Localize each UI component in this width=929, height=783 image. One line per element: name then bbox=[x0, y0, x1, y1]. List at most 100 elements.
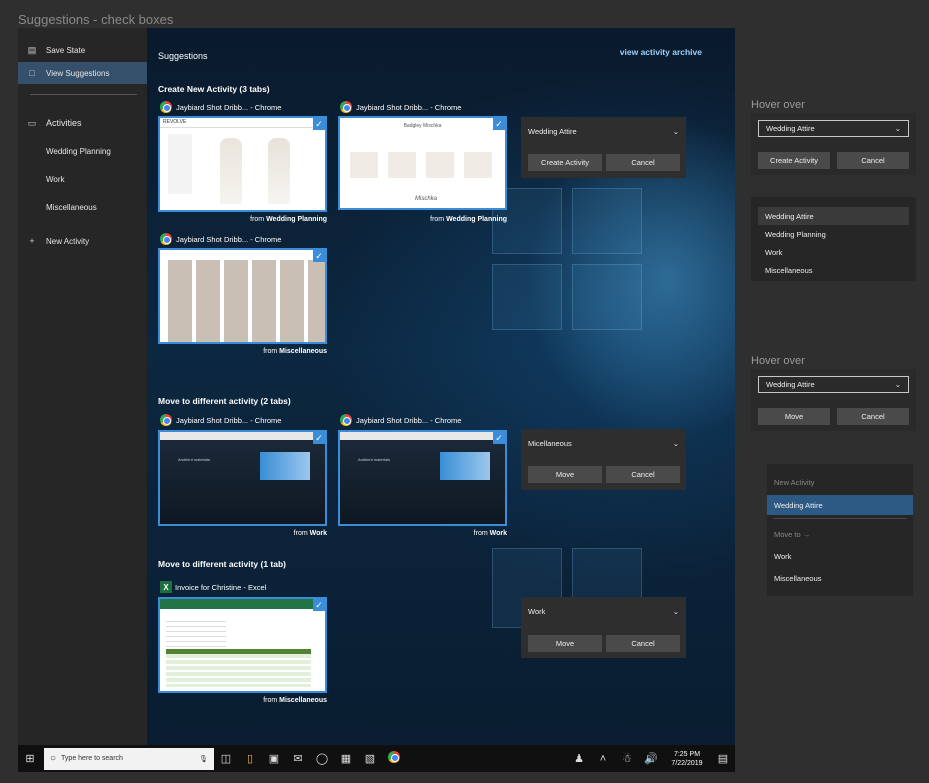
tab-thumbnail[interactable]: ✓ bbox=[158, 597, 327, 693]
suggestions-view: Suggestions view activity archive Create… bbox=[147, 28, 735, 745]
activity-dropdown-hover[interactable]: Wedding Attire ⌄ bbox=[758, 120, 909, 137]
checkbox-checked-icon[interactable]: ✓ bbox=[313, 250, 325, 262]
chevron-down-icon: ⌄ bbox=[894, 124, 901, 133]
cancel-button[interactable]: Cancel bbox=[606, 635, 680, 652]
hover-state-panel: Wedding Attire ⌄ Move Cancel bbox=[751, 369, 916, 431]
create-activity-panel: Wedding Attire ⌄ Create Activity Cancel bbox=[521, 117, 686, 178]
chevron-down-icon: ⌄ bbox=[672, 126, 679, 136]
mail-icon[interactable]: ✉ bbox=[286, 752, 310, 765]
checkbox-checked-icon[interactable]: ✓ bbox=[313, 432, 325, 444]
chat-icon: □ bbox=[29, 68, 35, 78]
menu-item[interactable]: Miscellaneous bbox=[767, 570, 913, 586]
clock[interactable]: 7:25 PM 7/22/2019 bbox=[663, 750, 711, 768]
checkbox-checked-icon[interactable]: ✓ bbox=[493, 432, 505, 444]
windows-start-icon[interactable]: ⊞ bbox=[18, 752, 42, 765]
save-state-button[interactable]: ▤ Save State bbox=[18, 39, 147, 61]
create-activity-button[interactable]: Create Activity bbox=[528, 154, 602, 171]
microphone-icon: 🎙 bbox=[199, 755, 208, 763]
page-title: Suggestions bbox=[158, 51, 208, 61]
product-image bbox=[268, 138, 290, 204]
activities-header: ▭ Activities bbox=[18, 112, 147, 134]
product-image bbox=[220, 138, 242, 204]
window-pane-decor bbox=[492, 264, 562, 330]
divider bbox=[774, 518, 906, 519]
taskbar-search[interactable]: ○ Type here to search 🎙 bbox=[44, 747, 214, 770]
save-icon: ▤ bbox=[27, 44, 37, 55]
activity-dropdown[interactable]: Wedding Attire ⌄ bbox=[521, 117, 686, 145]
annotation-label: Hover over bbox=[751, 355, 805, 367]
annotation-label: Hover over bbox=[751, 99, 805, 111]
people-icon[interactable]: ♟ bbox=[567, 752, 591, 765]
store-icon[interactable]: ▣ bbox=[262, 752, 286, 765]
menu-item[interactable]: Work bbox=[767, 548, 913, 564]
spreadsheet-table bbox=[166, 649, 311, 687]
create-activity-button[interactable]: Create Activity bbox=[758, 152, 830, 169]
checkbox-checked-icon[interactable]: ✓ bbox=[313, 118, 325, 130]
cancel-button[interactable]: Cancel bbox=[837, 152, 909, 169]
tray-chevron-up-icon[interactable]: ˄ bbox=[591, 753, 615, 765]
task-view-icon[interactable]: ◫ bbox=[214, 752, 238, 765]
cortana-icon: ○ bbox=[50, 753, 57, 764]
chrome-icon bbox=[160, 414, 172, 426]
activity-dropdown[interactable]: Work ⌄ bbox=[521, 597, 686, 625]
tab-source: from Work bbox=[473, 530, 507, 537]
sidebar-item-work[interactable]: Work bbox=[18, 168, 147, 190]
dropdown-list-panel: Wedding Attire Wedding Planning Work Mis… bbox=[751, 197, 916, 281]
view-archive-link[interactable]: view activity archive bbox=[620, 47, 702, 57]
photos-icon[interactable]: ◯ bbox=[310, 752, 334, 765]
section-title: Move to different activity (1 tab) bbox=[158, 559, 286, 569]
window-pane-decor bbox=[572, 264, 642, 330]
calendar-icon[interactable]: ▦ bbox=[334, 752, 358, 765]
checkbox-checked-icon[interactable]: ✓ bbox=[313, 599, 325, 611]
move-menu-panel: New Activity Wedding Attire Move to → Wo… bbox=[767, 464, 913, 596]
activities-icon: ▭ bbox=[27, 117, 37, 128]
tab-thumbnail[interactable]: Ambient materials ✓ bbox=[338, 430, 507, 526]
notification-icon[interactable]: ▤ bbox=[711, 752, 735, 765]
view-suggestions-button[interactable]: □ View Suggestions bbox=[18, 62, 147, 84]
dropdown-option[interactable]: Wedding Planning bbox=[758, 225, 909, 243]
tab-thumbnail[interactable]: Ambient materials ✓ bbox=[158, 430, 327, 526]
sidebar-item-wedding-planning[interactable]: Wedding Planning bbox=[18, 140, 147, 162]
calculator-icon[interactable]: ▧ bbox=[358, 752, 382, 765]
plus-icon: + bbox=[29, 236, 35, 246]
tab-thumbnail[interactable]: REVOLVE ✓ bbox=[158, 116, 327, 212]
activity-dropdown[interactable]: Micellaneous ⌄ bbox=[521, 429, 686, 457]
menu-header: Move to → bbox=[774, 529, 811, 539]
tab-header: Jaybiard Shot Dribb... - Chrome bbox=[340, 101, 461, 113]
tab-source: from Work bbox=[293, 530, 327, 537]
activity-dropdown-hover[interactable]: Wedding Attire ⌄ bbox=[758, 376, 909, 393]
tab-source: from Wedding Planning bbox=[430, 216, 507, 223]
cancel-button[interactable]: Cancel bbox=[606, 466, 680, 483]
dropdown-option[interactable]: Miscellaneous bbox=[758, 261, 909, 279]
shoes-row bbox=[350, 152, 495, 178]
move-button[interactable]: Move bbox=[528, 466, 602, 483]
volume-icon[interactable]: 🔊 bbox=[639, 752, 663, 765]
dropdown-option[interactable]: Work bbox=[758, 243, 909, 261]
tab-source: from Miscellaneous bbox=[263, 348, 327, 355]
move-button[interactable]: Move bbox=[758, 408, 830, 425]
tab-source: from Miscellaneous bbox=[263, 697, 327, 704]
file-explorer-icon[interactable]: ▯ bbox=[238, 752, 262, 765]
network-icon[interactable]: ☃ bbox=[615, 752, 639, 765]
cancel-button[interactable]: Cancel bbox=[837, 408, 909, 425]
checkbox-checked-icon[interactable]: ✓ bbox=[493, 118, 505, 130]
tab-header: Jaybiard Shot Dribb... - Chrome bbox=[160, 101, 281, 113]
tab-source: from Wedding Planning bbox=[250, 216, 327, 223]
acrylic-tile bbox=[260, 452, 310, 480]
move-button[interactable]: Move bbox=[528, 635, 602, 652]
dropdown-option[interactable]: Wedding Attire bbox=[758, 207, 909, 225]
menu-header: New Activity bbox=[774, 477, 815, 487]
menu-item-highlighted[interactable]: Wedding Attire bbox=[767, 495, 913, 515]
cancel-button[interactable]: Cancel bbox=[606, 154, 680, 171]
chrome-taskbar-icon[interactable] bbox=[382, 751, 406, 766]
chrome-icon bbox=[340, 101, 352, 113]
new-activity-button[interactable]: + New Activity bbox=[18, 230, 147, 252]
shop-header: REVOLVE bbox=[160, 118, 325, 128]
tab-thumbnail[interactable]: ✓ bbox=[158, 248, 327, 344]
section-title: Move to different activity (2 tabs) bbox=[158, 396, 291, 406]
tab-header: Jaybiard Shot Dribb... - Chrome bbox=[160, 233, 281, 245]
tab-header: X Invoice for Christine - Excel bbox=[160, 581, 266, 593]
sidebar-item-miscellaneous[interactable]: Miscellaneous bbox=[18, 196, 147, 218]
chrome-icon bbox=[340, 414, 352, 426]
tab-thumbnail[interactable]: Badgley Mischka Mischka ✓ bbox=[338, 116, 507, 210]
